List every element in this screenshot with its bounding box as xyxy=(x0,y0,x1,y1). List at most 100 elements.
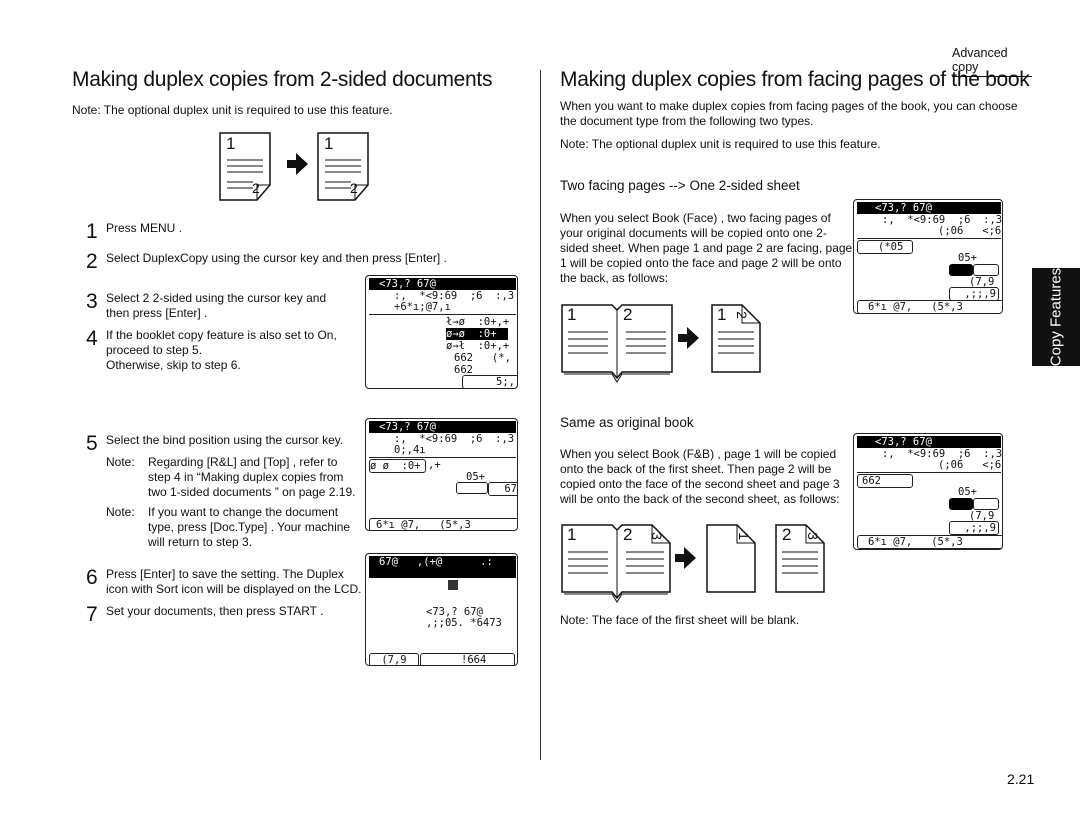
lcd-line: 0;,4ı xyxy=(394,444,426,456)
lcd-title: <73,? 67@ xyxy=(857,436,1001,448)
duplex-sort-icon xyxy=(448,580,458,590)
lcd-title: <73,? 67@ xyxy=(369,421,516,433)
page-number: 2.21 xyxy=(1007,771,1035,787)
step-text: icon with Sort icon will be displayed on… xyxy=(106,582,362,596)
step-number: 4 xyxy=(86,327,98,350)
step-number: 7 xyxy=(86,603,98,626)
lcd-screen-book-fb: <73,? 67@ :, *<9:69 ;6 :,3 (;06 <;6 662 … xyxy=(853,433,1003,550)
output-back-label: 2 xyxy=(733,311,750,319)
book-page-label: 1 xyxy=(567,305,577,324)
book-page-label: 1 xyxy=(567,525,577,544)
note-text: If you want to change the document xyxy=(148,505,339,519)
book-page-label: 2 xyxy=(623,525,633,544)
lcd-line: ,+ xyxy=(428,459,441,471)
note-text: Regarding [R&L] and [Top] , refer to xyxy=(148,455,338,469)
body-text: copied onto the face of the second sheet… xyxy=(560,477,840,491)
lcd-softkey: 5;, xyxy=(462,375,517,388)
output-page-label: 1 xyxy=(717,305,727,324)
lcd-softkeys: 6*ı @7, (5*,3 xyxy=(857,535,1002,549)
step-text: Press [Enter] to save the setting. The D… xyxy=(106,567,344,581)
note-label: Note: xyxy=(106,505,135,519)
page-back-label: 2 xyxy=(252,180,260,196)
book-corner-label: 3 xyxy=(648,532,665,540)
book-fb-diagram xyxy=(561,524,825,603)
step-number: 2 xyxy=(86,250,98,273)
right-note: Note: The optional duplex unit is requir… xyxy=(560,137,881,151)
step-text: Set your documents, then press START . xyxy=(106,604,324,618)
lcd-toggle-off xyxy=(973,264,999,276)
lcd-option: ł→ø :0+,+ xyxy=(446,316,510,328)
intro-text: the document type from the following two… xyxy=(560,114,814,128)
side-tab-label: Copy Features xyxy=(1047,267,1065,367)
lcd-title: 67@ ,(+@ .: xyxy=(369,556,516,578)
column-divider xyxy=(540,70,541,760)
body-text: 1 will be copied onto the face and page … xyxy=(560,256,842,270)
lcd-screen-book-face: <73,? 67@ :, *<9:69 ;6 :,3 (;06 <;6 (*05… xyxy=(853,199,1003,314)
lcd-line: 05+ xyxy=(958,252,977,264)
lcd-screen-duplex-mode: <73,? 67@ :, *<9:69 ;6 :,3 +6*ı;@7,ı ł→ø… xyxy=(365,275,518,389)
lcd-option-selected: ø→ø :0+ xyxy=(446,328,508,340)
body-text: the back, as follows: xyxy=(560,271,669,285)
step-text: then press [Enter] . xyxy=(106,306,208,320)
step-text: Otherwise, skip to step 6. xyxy=(106,358,241,372)
lcd-softkeys: 6*ı @7, (5*,3 xyxy=(369,518,517,530)
section-heading: Same as original book xyxy=(560,415,694,430)
step-number: 3 xyxy=(86,290,98,313)
lcd-title: <73,? 67@ xyxy=(857,202,1001,214)
step-text: If the booklet copy feature is also set … xyxy=(106,328,337,342)
blank-face-note: Note: The face of the first sheet will b… xyxy=(560,613,800,627)
lcd-softkey: ø ø :0+ xyxy=(369,459,426,473)
body-text: When you select Book (Face) , two facing… xyxy=(560,211,831,225)
lcd-screen-bind-position: <73,? 67@ :, *<9:69 ;6 :,3 0;,4ı ø ø :0+… xyxy=(365,418,518,531)
lcd-softkey: ,;;,9 xyxy=(949,287,999,301)
right-title: Making duplex copies from facing pages o… xyxy=(560,68,1030,91)
body-text: onto the back of the first sheet. Then p… xyxy=(560,462,832,476)
lcd-toggle-on xyxy=(949,498,973,510)
lcd-line: (;06 <;6 xyxy=(938,459,1002,471)
note-text: type, press [Doc.Type] . Your machine xyxy=(148,520,351,534)
page-back-label: 2 xyxy=(350,180,358,196)
lcd-toggle-on xyxy=(949,264,973,276)
sheet2-front-label: 2 xyxy=(782,525,792,544)
body-text: your original documents will be copied o… xyxy=(560,226,827,240)
step-text: proceed to step 5. xyxy=(106,343,203,357)
page-front-label: 1 xyxy=(226,134,236,153)
note-text: will return to step 3. xyxy=(148,535,253,549)
lcd-toggle-off xyxy=(973,498,999,510)
sheet2-back-label: 3 xyxy=(804,532,821,540)
page-front-label: 1 xyxy=(324,134,334,153)
lcd-line: +6*ı;@7,ı xyxy=(394,301,451,313)
lcd-softkey: (7,9 xyxy=(369,653,419,665)
lcd-softkey: ,;;,9 xyxy=(949,521,999,535)
left-note: Note: The optional duplex unit is requir… xyxy=(72,103,393,117)
lcd-title: <73,? 67@ xyxy=(369,278,516,290)
note-label: Note: xyxy=(106,455,135,469)
lcd-line: ,;;05. *6473 xyxy=(426,617,502,629)
book-page-label: 2 xyxy=(623,305,633,324)
step-text: Select 2 2-sided using the cursor key an… xyxy=(106,291,327,305)
step-number: 6 xyxy=(86,566,98,589)
section-heading: Two facing pages --> One 2-sided sheet xyxy=(560,178,800,193)
step-number: 5 xyxy=(86,432,98,455)
lcd-line: 662 (*, xyxy=(454,352,511,364)
body-text: will be onto the back of the second shee… xyxy=(560,492,840,506)
lcd-line: 05+ xyxy=(958,486,977,498)
lcd-button: 67 xyxy=(488,482,517,496)
left-title: Making duplex copies from 2-sided docume… xyxy=(72,68,493,91)
body-text: When you select Book (F&B) , page 1 will… xyxy=(560,447,837,461)
step-text: Select the bind position using the curso… xyxy=(106,433,344,447)
lcd-line: (;06 <;6 xyxy=(938,225,1002,237)
note-text: two 1-sided documents ” on page 2.19. xyxy=(148,485,356,499)
step-text: Press MENU . xyxy=(106,221,183,235)
note-text: step 4 in “Making duplex copies from xyxy=(148,470,344,484)
sheet1-back-label: 1 xyxy=(735,532,752,540)
step-number: 1 xyxy=(86,220,98,243)
lcd-softkey: !664 xyxy=(420,653,515,665)
intro-text: When you want to make duplex copies from… xyxy=(560,99,1018,113)
step-text: Select DuplexCopy using the cursor key a… xyxy=(106,251,447,265)
lcd-softkeys: 6*ı @7, (5*,3 xyxy=(857,300,1002,313)
lcd-softkey: 662 xyxy=(857,474,913,488)
lcd-button xyxy=(456,482,488,494)
lcd-option: ø→ł :0+,+ xyxy=(446,340,510,352)
lcd-softkey: (*05 xyxy=(857,240,913,254)
